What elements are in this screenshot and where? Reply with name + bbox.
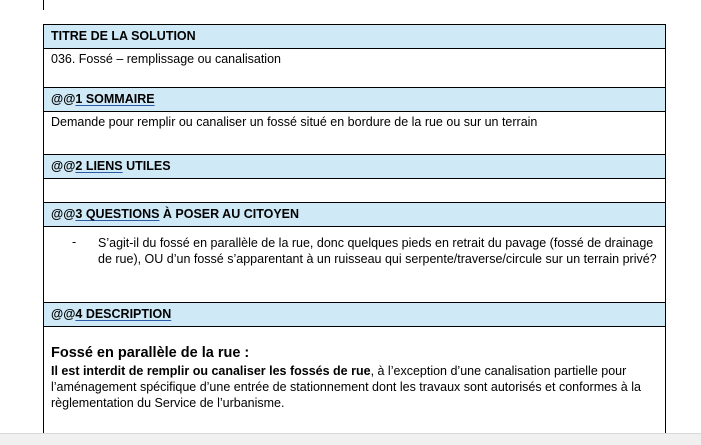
- questions-header-row: @@3 QUESTIONS À POSER AU CITOYEN: [44, 203, 665, 227]
- horizontal-scrollbar[interactable]: [0, 433, 701, 445]
- liens-content-row[interactable]: [44, 179, 665, 203]
- description-body: Il est interdit de remplir ou canaliser …: [51, 363, 658, 411]
- title-header-row: TITRE DE LA SOLUTION: [44, 25, 665, 49]
- liens-header-row: @@2 LIENS UTILES: [44, 155, 665, 179]
- description-link[interactable]: 4 DESCRIPTION: [75, 307, 171, 321]
- sommaire-link[interactable]: 1 SOMMAIRE: [75, 92, 154, 106]
- section-prefix: @@: [51, 307, 76, 321]
- liens-link[interactable]: 2 LIENS: [75, 159, 122, 173]
- section-prefix: @@: [51, 207, 76, 221]
- bullet-dash: -: [72, 235, 77, 249]
- description-heading: Fossé en parallèle de la rue :: [51, 345, 250, 361]
- title-header: TITRE DE LA SOLUTION: [51, 29, 196, 43]
- list-item: - S’agit-il du fossé en parallèle de la …: [51, 235, 658, 267]
- title-value: 036. Fossé – remplissage ou canalisation: [51, 52, 281, 66]
- section-suffix: À POSER AU CITOYEN: [159, 207, 300, 221]
- question-text: S’agit-il du fossé en parallèle de la ru…: [98, 236, 657, 266]
- questions-link[interactable]: 3 QUESTIONS: [75, 207, 159, 221]
- section-prefix: @@: [51, 92, 76, 106]
- section-prefix: @@: [51, 159, 76, 173]
- text-cursor: [43, 0, 44, 10]
- description-header-row: @@4 DESCRIPTION: [44, 303, 665, 327]
- solution-table: TITRE DE LA SOLUTION 036. Fossé – rempli…: [43, 24, 666, 445]
- sommaire-header-row: @@1 SOMMAIRE: [44, 88, 665, 112]
- questions-content-row[interactable]: - S’agit-il du fossé en parallèle de la …: [44, 227, 665, 303]
- description-bold-text: Il est interdit de remplir ou canaliser …: [51, 364, 371, 378]
- sommaire-text: Demande pour remplir ou canaliser un fos…: [51, 115, 538, 129]
- description-content-row[interactable]: Fossé en parallèle de la rue : Il est in…: [44, 327, 665, 445]
- document-page: TITRE DE LA SOLUTION 036. Fossé – rempli…: [0, 0, 701, 445]
- section-suffix: UTILES: [122, 159, 171, 173]
- sommaire-content-row[interactable]: Demande pour remplir ou canaliser un fos…: [44, 112, 665, 155]
- title-value-row[interactable]: 036. Fossé – remplissage ou canalisation: [44, 49, 665, 88]
